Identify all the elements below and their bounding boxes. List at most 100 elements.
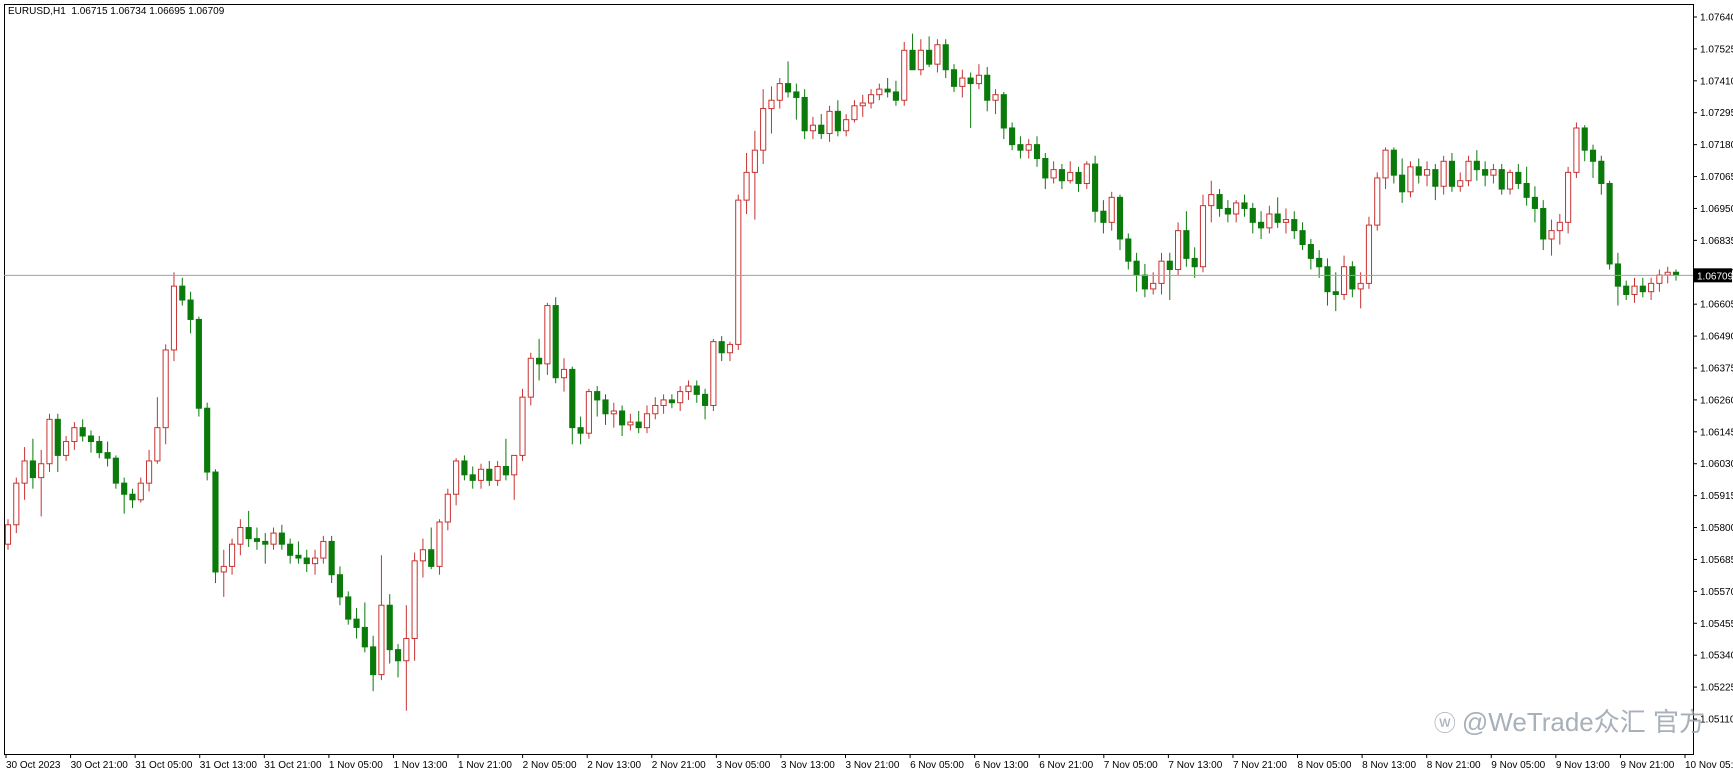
weibo-logo-icon: ⓦ <box>1433 711 1456 736</box>
candle-bull <box>726 343 734 354</box>
candle-bear <box>87 435 95 443</box>
candle-bear <box>1000 94 1007 129</box>
candle-bull <box>768 99 775 110</box>
candle-bull <box>38 463 45 479</box>
y-tick-label: 1.06835 <box>1700 236 1733 247</box>
candle-bull <box>419 549 426 562</box>
candle-bull <box>71 427 78 443</box>
candle-bull <box>411 560 418 640</box>
candle-bear <box>793 91 800 98</box>
candle-bull <box>544 305 551 365</box>
candle-bear <box>577 427 584 434</box>
x-tick-label: 3 Nov 21:00 <box>846 760 900 771</box>
candle-bull <box>1565 171 1572 223</box>
candle-bull <box>1506 171 1514 190</box>
candle-bull <box>1631 285 1638 295</box>
candle-bear <box>54 418 61 456</box>
y-tick-label: 1.06260 <box>1700 395 1733 406</box>
candle-bull <box>511 454 518 476</box>
candle-bear <box>693 385 700 395</box>
chart-window[interactable]: EURUSD,H1 1.06715 1.06734 1.06695 1.0670… <box>0 0 1733 777</box>
candle-bear <box>1324 266 1331 293</box>
candle-bear <box>1515 171 1522 184</box>
candle-bear <box>784 83 792 93</box>
x-tick-label: 8 Nov 05:00 <box>1298 760 1352 771</box>
y-tick-label: 1.07525 <box>1700 44 1733 55</box>
candle-bear <box>619 410 626 426</box>
candle-bull <box>220 565 227 573</box>
x-tick-label: 8 Nov 13:00 <box>1362 760 1416 771</box>
candle-bull <box>154 427 161 462</box>
x-tick-label: 31 Oct 05:00 <box>135 760 193 771</box>
candle-bull <box>453 460 460 495</box>
candle-bear <box>502 466 509 476</box>
candle-bull <box>477 468 485 481</box>
candle-bull <box>826 110 833 135</box>
candle-bull <box>436 521 443 567</box>
candle-bull <box>444 493 451 523</box>
candle-bear <box>801 96 808 132</box>
x-tick-label: 30 Oct 21:00 <box>71 760 129 771</box>
candle-bear <box>204 407 211 473</box>
candle-bear <box>96 441 103 454</box>
candle-bear <box>1432 169 1439 187</box>
candle-bull <box>776 83 783 101</box>
y-tick-label: 1.07180 <box>1700 140 1733 151</box>
y-tick-label: 1.06145 <box>1700 427 1733 438</box>
candle-bull <box>1648 282 1655 293</box>
candle-bull <box>1208 194 1215 207</box>
candlestick-chart[interactable]: 1.07640 1.07525 1.07410 1.07295 1.07180 1.070… <box>0 0 1733 777</box>
candle-bear <box>1299 230 1306 246</box>
candle-bear <box>1482 169 1489 176</box>
candle-bull <box>1573 127 1580 173</box>
x-tick-label: 7 Nov 21:00 <box>1233 760 1287 771</box>
candle-bull <box>311 557 319 565</box>
candle-bear <box>1092 163 1099 212</box>
candle-bear <box>461 460 468 476</box>
candle-bull <box>859 102 866 107</box>
candle-bull <box>1150 282 1157 290</box>
candle-bear <box>212 471 219 573</box>
candle-bull <box>992 94 999 101</box>
candle-bull <box>519 396 526 456</box>
candle-bull <box>1407 166 1414 193</box>
candle-bear <box>569 368 576 429</box>
candle-bear <box>1291 219 1298 232</box>
x-tick-label: 2 Nov 13:00 <box>587 760 641 771</box>
candle-bull <box>21 460 28 484</box>
candle-bear <box>195 318 202 409</box>
candle-bear <box>428 549 435 567</box>
x-tick-label: 9 Nov 21:00 <box>1620 760 1674 771</box>
candle-bull <box>743 171 750 201</box>
candle-bull <box>660 399 667 406</box>
candle-bear <box>1415 166 1422 176</box>
candle-bear <box>1075 171 1082 184</box>
candle-bear <box>1274 213 1281 223</box>
candle-bull <box>137 482 144 501</box>
candle-bear <box>1033 144 1041 160</box>
y-tick-label: 1.05455 <box>1700 619 1733 630</box>
candle-bear <box>984 74 991 101</box>
candle-bear <box>353 618 360 628</box>
candle-bull <box>627 421 634 426</box>
candle-bear <box>536 357 543 365</box>
candle-bull <box>1083 163 1090 184</box>
candle-bear <box>1125 238 1132 262</box>
candle-bull <box>170 285 178 351</box>
candle-bull <box>843 119 850 132</box>
x-tick-label: 6 Nov 05:00 <box>910 760 964 771</box>
candle-bear <box>1531 196 1538 209</box>
candle-bull <box>1440 160 1447 187</box>
x-tick-label: 2 Nov 21:00 <box>652 760 706 771</box>
candle-bear <box>469 474 476 481</box>
candle-bull <box>809 124 817 132</box>
candle-bear <box>121 482 128 495</box>
candle-bear <box>1042 158 1049 179</box>
candle-bull <box>975 74 982 85</box>
candle-bear <box>262 540 269 545</box>
candle-bull <box>760 108 767 151</box>
candle-bear <box>1606 182 1613 265</box>
x-tick-label: 7 Nov 05:00 <box>1104 760 1158 771</box>
candle-bear <box>1623 285 1630 295</box>
y-tick-label: 1.05570 <box>1700 587 1733 598</box>
